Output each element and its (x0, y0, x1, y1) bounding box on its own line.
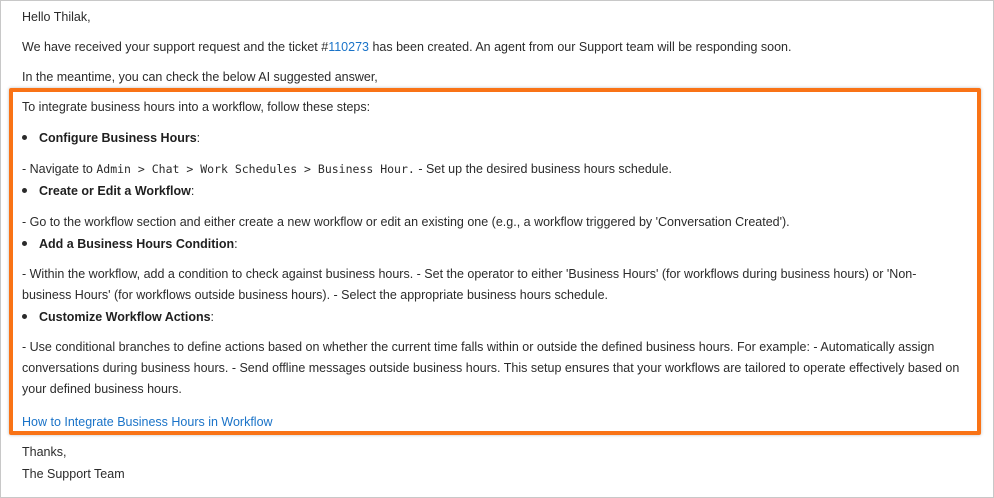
answer-lead: To integrate business hours into a workf… (22, 100, 371, 114)
step-heading-3: Add a Business Hours Condition: (22, 236, 238, 252)
intro-before: We have received your support request an… (22, 40, 329, 54)
step-heading-text: Configure Business Hours (39, 131, 197, 145)
step-detail-3: - Within the workflow, add a condition t… (22, 267, 917, 302)
step-heading-1: Configure Business Hours: (22, 130, 200, 146)
bullet-icon (22, 135, 27, 141)
heading-colon: : (210, 310, 215, 324)
step-heading-text: Create or Edit a Workflow (39, 184, 191, 198)
step-heading-4: Customize Workflow Actions: (22, 309, 214, 325)
heading-colon: : (234, 237, 238, 251)
ticket-link[interactable]: 110273 (328, 40, 369, 54)
step-detail-suffix: - Set up the desired business hours sche… (414, 162, 672, 176)
intro-after: has been created. An agent from our Supp… (369, 40, 792, 54)
step-detail-prefix: - Navigate to (22, 162, 97, 176)
step-detail-4: - Use conditional branches to define act… (22, 340, 960, 396)
bullet-icon (22, 241, 27, 247)
closing-thanks: Thanks, (22, 445, 67, 459)
greeting: Hello Thilak, (22, 10, 91, 24)
step-heading-text: Add a Business Hours Condition (39, 237, 235, 251)
bullet-icon (22, 314, 27, 320)
step-heading-text: Customize Workflow Actions (39, 310, 211, 324)
menu-path: Admin > Chat > Work Schedules > Business… (96, 162, 415, 176)
step-heading-2: Create or Edit a Workflow: (22, 183, 194, 199)
closing-signature: The Support Team (22, 467, 125, 481)
step-detail-2: - Go to the workflow section and either … (22, 215, 790, 229)
intro-text: We have received your support request an… (22, 39, 792, 55)
integrate-business-hours-link[interactable]: How to Integrate Business Hours in Workf… (22, 414, 273, 430)
step-detail-1: - Navigate to Admin > Chat > Work Schedu… (22, 161, 672, 177)
email-body: Hello Thilak, We have received your supp… (0, 0, 994, 498)
heading-colon: : (196, 131, 201, 145)
heading-colon: : (190, 184, 195, 198)
bullet-icon (22, 188, 27, 194)
meantime-text: In the meantime, you can check the below… (22, 70, 378, 84)
